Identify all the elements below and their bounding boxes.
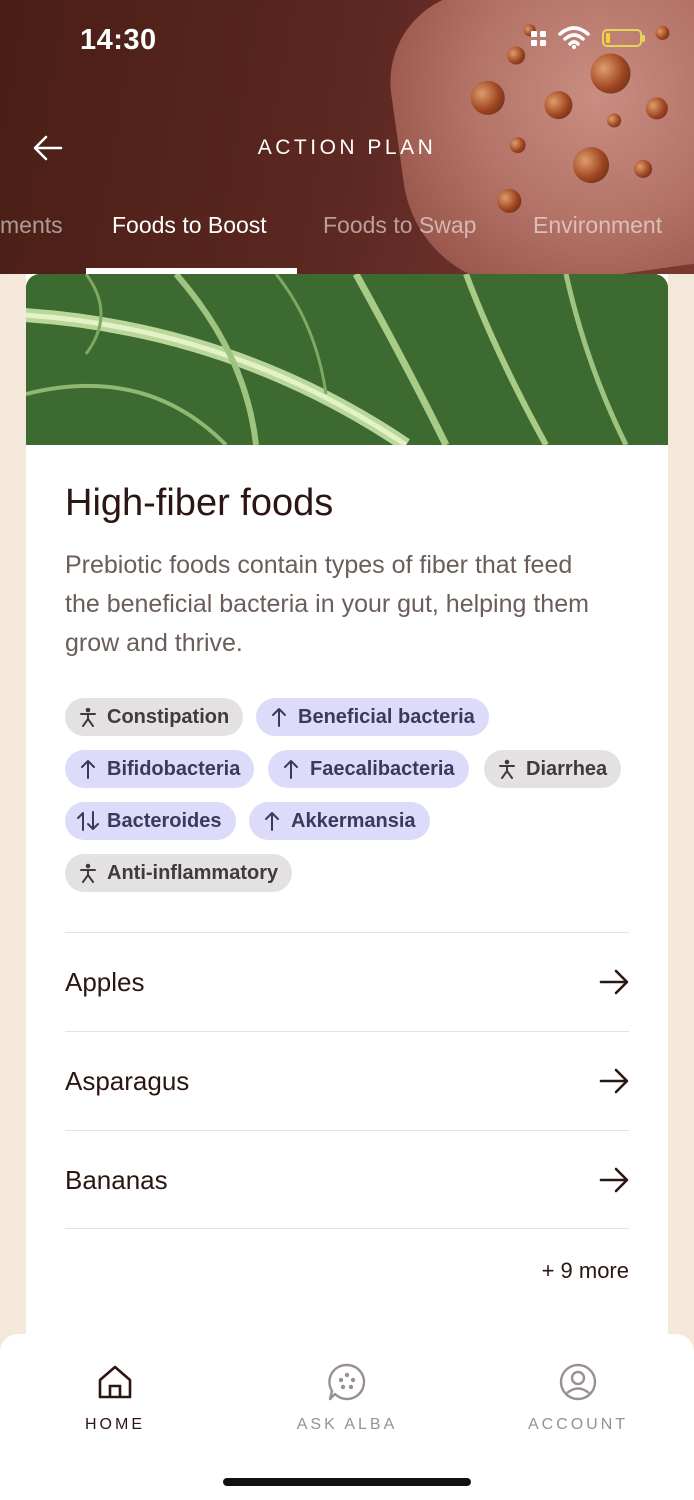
arrow-up-icon <box>268 706 290 728</box>
food-group-card: High-fiber foods Prebiotic foods contain… <box>26 274 668 1354</box>
food-row-bananas[interactable]: Bananas <box>65 1150 629 1210</box>
nav-account[interactable]: ACCOUNT <box>508 1360 648 1434</box>
card-description: Prebiotic foods contain types of fiber t… <box>65 551 589 657</box>
tab-foods-to-swap[interactable]: Foods to Swap <box>323 212 476 239</box>
tab-treatments[interactable]: ments <box>0 212 63 239</box>
arrows-up-down-icon <box>77 810 99 832</box>
nav-label: HOME <box>85 1416 145 1433</box>
divider <box>65 1130 629 1131</box>
header: 14:30 ACTION PLAN ments Foods to Boost F… <box>0 0 694 274</box>
arrow-right-icon <box>599 969 629 995</box>
nav-label: ACCOUNT <box>527 1416 629 1433</box>
tag-bifidobacteria: Bifidobacteria <box>65 750 255 788</box>
tag-anti-inflammatory: Anti-inflammatory <box>65 854 293 892</box>
arrow-up-icon <box>280 758 302 780</box>
food-row-asparagus[interactable]: Asparagus <box>65 1051 629 1111</box>
tag-bacteroides: Bacteroides <box>65 802 236 840</box>
arrow-up-icon <box>77 758 99 780</box>
arrow-right-icon <box>599 1167 629 1193</box>
person-icon <box>77 862 99 884</box>
person-icon <box>77 706 99 728</box>
tab-environment[interactable]: Environment <box>533 212 662 239</box>
nav-ask-alba[interactable]: ASK ALBA <box>277 1360 417 1434</box>
nav-label: ASK ALBA <box>296 1416 398 1433</box>
divider <box>65 932 629 933</box>
chat-icon <box>325 1360 369 1404</box>
battery-icon <box>602 29 645 47</box>
food-label: Asparagus <box>65 1065 190 1096</box>
arrow-right-icon <box>599 1068 629 1094</box>
card-title: High-fiber foods <box>65 482 334 524</box>
tag-diarrhea: Diarrhea <box>484 750 622 788</box>
status-icons <box>531 26 645 50</box>
food-label: Bananas <box>65 1164 168 1195</box>
leaf-image <box>26 274 668 445</box>
person-icon <box>496 758 518 780</box>
tag-faecalibacteria: Faecalibacteria <box>268 750 469 788</box>
show-more-link[interactable]: + 9 more <box>542 1258 629 1284</box>
nav-home[interactable]: HOME <box>45 1360 185 1434</box>
tab-bar: ments Foods to Boost Foods to Swap Envir… <box>0 212 694 274</box>
account-icon <box>556 1360 600 1404</box>
divider <box>65 1031 629 1032</box>
cellular-signal-icon <box>531 30 546 46</box>
divider <box>65 1228 629 1229</box>
tag-constipation: Constipation <box>65 698 244 736</box>
wifi-icon <box>558 26 590 49</box>
page-title: ACTION PLAN <box>257 136 437 159</box>
home-icon <box>93 1360 137 1404</box>
tag-akkermansia: Akkermansia <box>249 802 430 840</box>
food-label: Apples <box>65 966 145 997</box>
tag-beneficial-bacteria: Beneficial bacteria <box>256 698 489 736</box>
bottom-nav: HOME ASK ALBA ACCOUNT <box>0 1334 694 1500</box>
home-indicator <box>223 1478 471 1486</box>
arrow-up-icon <box>261 810 283 832</box>
status-time: 14:30 <box>80 24 157 56</box>
food-row-apples[interactable]: Apples <box>65 952 629 1012</box>
leaf-veins <box>26 274 668 445</box>
tab-foods-to-boost[interactable]: Foods to Boost <box>112 212 267 239</box>
